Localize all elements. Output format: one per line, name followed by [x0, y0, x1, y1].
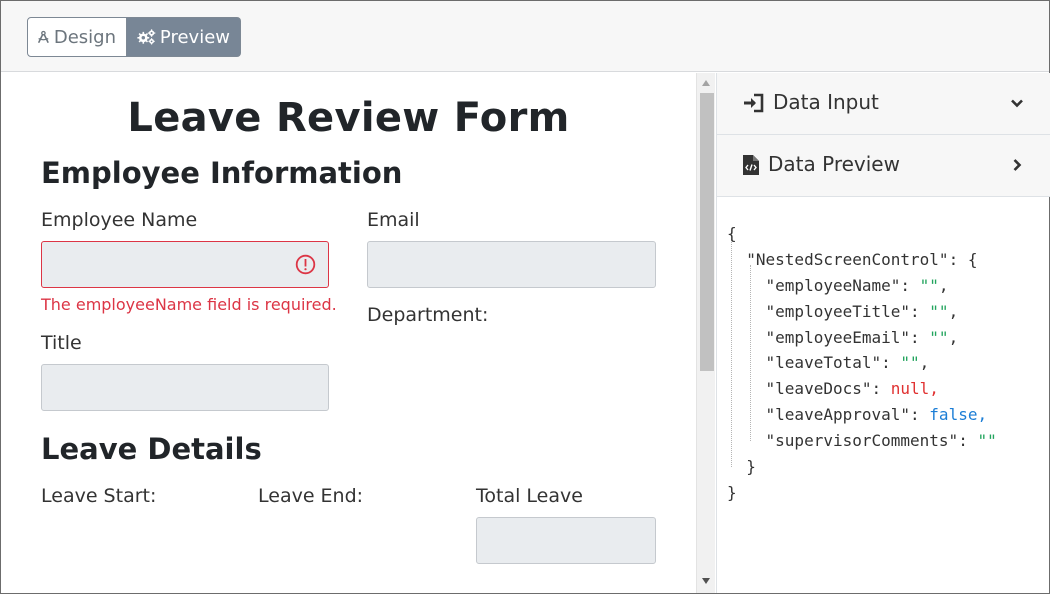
- chevron-right-icon: [1013, 159, 1022, 171]
- json-line: "NestedScreenControl": {: [746, 249, 978, 269]
- json-line: }: [746, 457, 756, 477]
- leave-end-label: Leave End:: [258, 485, 364, 507]
- email-label: Email: [367, 209, 420, 231]
- data-preview-label: Data Preview: [768, 152, 900, 176]
- json-preview: { "NestedScreenControl": { "employeeName…: [727, 221, 997, 506]
- scrollbar-thumb[interactable]: [700, 93, 714, 371]
- design-button-label: Design: [53, 26, 116, 48]
- employee-name-error: The employeeName field is required.: [41, 295, 337, 314]
- sign-in-icon: [744, 93, 764, 113]
- json-field: "leaveApproval": false,: [765, 405, 988, 425]
- json-field: "supervisorComments": "": [765, 431, 997, 451]
- title-label: Title: [41, 332, 82, 354]
- employee-name-label: Employee Name: [41, 209, 198, 231]
- department-label: Department:: [367, 304, 489, 326]
- toolbar: Design Preview: [1, 1, 1049, 72]
- json-line: }: [727, 482, 737, 502]
- data-input-accordion[interactable]: Data Input: [717, 73, 1050, 135]
- json-field: "leaveDocs": null,: [765, 379, 939, 399]
- mode-toggle: Design Preview: [27, 17, 241, 57]
- employee-name-input[interactable]: [41, 241, 329, 288]
- scroll-up-arrow[interactable]: [702, 80, 710, 86]
- file-code-icon: [743, 155, 759, 175]
- form-preview: Leave Review Form Employee Information E…: [1, 73, 696, 593]
- leave-section-heading: Leave Details: [41, 432, 262, 466]
- cogs-icon: [137, 29, 156, 45]
- chevron-down-icon: [1011, 99, 1023, 108]
- data-panel: Data Input Data Preview { "NestedScreenC…: [716, 73, 1050, 593]
- json-line: {: [727, 224, 737, 243]
- form-title: Leave Review Form: [127, 95, 570, 141]
- total-leave-label: Total Leave: [476, 485, 583, 507]
- design-button[interactable]: Design: [27, 17, 127, 57]
- drafting-compass-icon: [38, 30, 49, 43]
- data-input-label: Data Input: [773, 90, 879, 114]
- form-scrollbar[interactable]: [696, 73, 715, 593]
- preview-button-label: Preview: [159, 26, 230, 48]
- scroll-down-arrow[interactable]: [702, 578, 710, 584]
- email-input[interactable]: [367, 241, 656, 288]
- json-field: "employeeTitle": "",: [765, 301, 959, 321]
- data-preview-accordion[interactable]: Data Preview: [717, 135, 1050, 197]
- exclamation-circle-icon: [295, 254, 316, 275]
- title-input[interactable]: [41, 364, 329, 411]
- json-field: "leaveTotal": "",: [765, 353, 930, 373]
- leave-start-label: Leave Start:: [41, 485, 157, 507]
- preview-button[interactable]: Preview: [127, 17, 241, 57]
- json-field: "employeeName": "",: [765, 275, 949, 295]
- json-field: "employeeEmail": "",: [765, 327, 959, 347]
- employee-section-heading: Employee Information: [41, 156, 403, 190]
- total-leave-input[interactable]: [476, 517, 656, 564]
